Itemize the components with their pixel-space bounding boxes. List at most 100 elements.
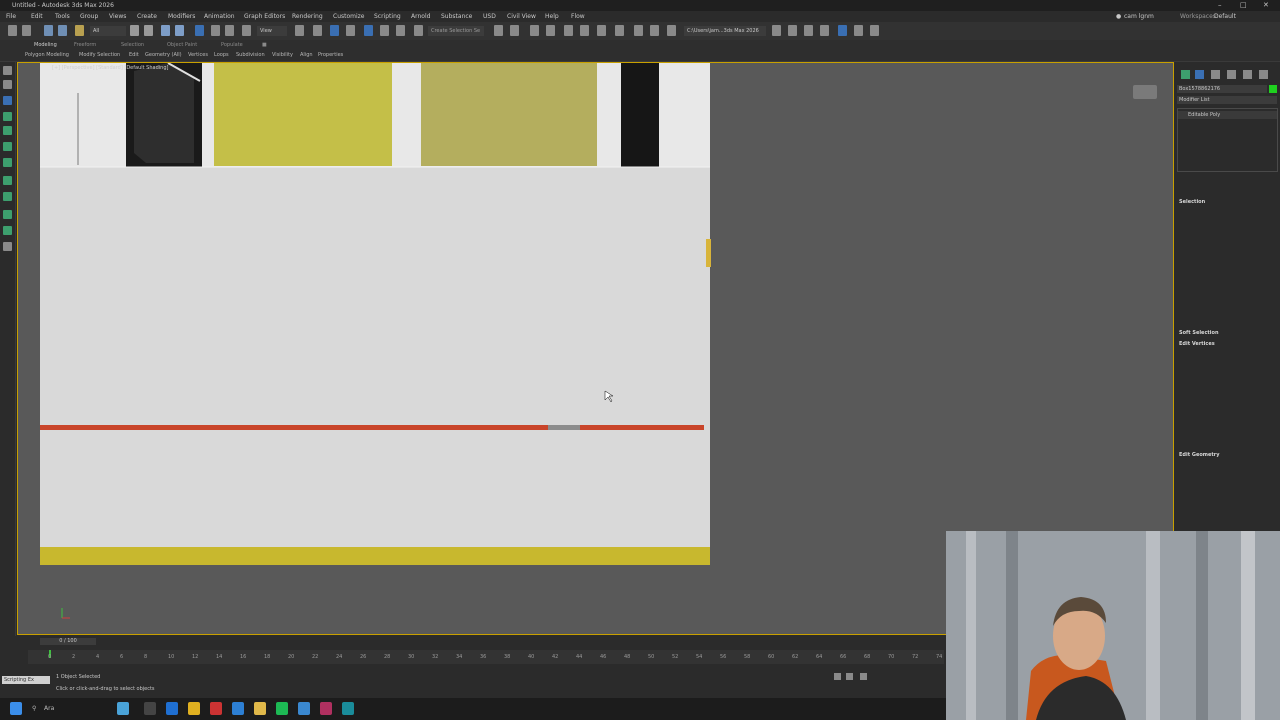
ribbon-edit[interactable]: Edit — [129, 52, 139, 58]
project-open-icon[interactable] — [788, 25, 797, 36]
viewcube-icon[interactable] — [1133, 85, 1157, 99]
create-tab-icon[interactable] — [1181, 70, 1190, 79]
render-setup-icon[interactable] — [634, 25, 643, 36]
menu-group[interactable]: Group — [80, 11, 98, 22]
snaps-toggle-icon[interactable] — [330, 25, 339, 36]
link-icon[interactable] — [44, 25, 53, 36]
edge-icon[interactable] — [232, 702, 244, 715]
ribbon-geometry-all[interactable]: Geometry (All) — [145, 52, 182, 58]
vertex-mode-icon[interactable] — [3, 96, 12, 105]
display-tab-icon[interactable] — [1243, 70, 1252, 79]
taskbar-search[interactable]: ⚲ Ara — [30, 702, 110, 716]
angle-snap-icon[interactable] — [346, 25, 355, 36]
layers-icon[interactable] — [3, 210, 12, 219]
scene-explorer-icon[interactable] — [530, 25, 539, 36]
menu-civil-view[interactable]: Civil View — [507, 11, 536, 22]
modifier-stack[interactable]: Editable Poly — [1177, 108, 1278, 172]
workspace-dropdown[interactable]: Default — [1214, 11, 1236, 22]
project-create-icon[interactable] — [804, 25, 813, 36]
freeze-icon[interactable] — [3, 192, 12, 201]
viewport-label[interactable]: [+] [Perspective] [Standard] [Default Sh… — [52, 65, 168, 71]
absolute-mode-icon[interactable] — [860, 673, 867, 680]
selection-filter-dropdown[interactable]: All — [90, 26, 126, 36]
modifier-list-dropdown[interactable]: Modifier List — [1177, 96, 1277, 104]
redo-icon[interactable] — [22, 25, 31, 36]
mirror-icon[interactable] — [414, 25, 423, 36]
scene-explorer-toggle-icon[interactable] — [3, 66, 12, 75]
mirror-tool-icon[interactable] — [494, 25, 503, 36]
utilities-tab-icon[interactable] — [1259, 70, 1268, 79]
motion-tab-icon[interactable] — [1227, 70, 1236, 79]
percent-snap-icon[interactable] — [364, 25, 373, 36]
display-icon[interactable] — [3, 226, 12, 235]
project-folder-icon[interactable] — [772, 25, 781, 36]
edge-mode-icon[interactable] — [3, 112, 12, 121]
project-path-dropdown[interactable]: C:\Users\jam...3ds Max 2026 — [684, 26, 766, 36]
schematic-view-icon[interactable] — [597, 25, 606, 36]
pivot-icon[interactable] — [295, 25, 304, 36]
menu-views[interactable]: Views — [109, 11, 126, 22]
file-explorer-icon[interactable] — [254, 702, 266, 715]
polygon-mode-icon[interactable] — [3, 142, 12, 151]
arnold-render-icon[interactable] — [854, 25, 863, 36]
reference-coordinate-dropdown[interactable]: View — [257, 26, 287, 36]
menu-flow[interactable]: Flow — [571, 11, 585, 22]
ribbon-tab-modeling[interactable]: Modeling — [34, 42, 57, 48]
maximize-icon[interactable]: □ — [1240, 0, 1247, 11]
select-tool-icon[interactable] — [3, 80, 12, 89]
object-color-swatch[interactable] — [1269, 85, 1277, 93]
rect-selection-icon[interactable] — [161, 25, 170, 36]
ribbon-subdivision[interactable]: Subdivision — [236, 52, 265, 58]
selection-set-dropdown[interactable]: Create Selection Se — [428, 26, 484, 36]
window-crossing-icon[interactable] — [175, 25, 184, 36]
menu-edit[interactable]: Edit — [31, 11, 43, 22]
select-by-name-icon[interactable] — [144, 25, 153, 36]
help-icon[interactable] — [870, 25, 879, 36]
rollout-soft-selection[interactable]: Soft Selection — [1179, 329, 1276, 338]
undo-icon[interactable] — [8, 25, 17, 36]
rendered-frame-icon[interactable] — [650, 25, 659, 36]
user-account[interactable]: cam lgnm — [1124, 11, 1154, 22]
menu-scripting[interactable]: Scripting — [374, 11, 401, 22]
rollout-edit-geometry[interactable]: Edit Geometry — [1179, 451, 1276, 460]
menu-animation[interactable]: Animation — [204, 11, 235, 22]
layer-explorer-icon[interactable] — [546, 25, 555, 36]
widgets-icon[interactable] — [117, 702, 129, 715]
ribbon-visibility[interactable]: Visibility — [272, 52, 293, 58]
user-icon[interactable]: ● — [1116, 11, 1121, 22]
align-icon[interactable] — [510, 25, 519, 36]
select-object-icon[interactable] — [130, 25, 139, 36]
rotate-icon[interactable] — [211, 25, 220, 36]
telegram-icon[interactable] — [298, 702, 310, 715]
ribbon-tab-selection[interactable]: Selection — [121, 42, 144, 48]
menu-file[interactable]: File — [6, 11, 16, 22]
menu-arnold[interactable]: Arnold — [411, 11, 430, 22]
ribbon-tab-object-paint[interactable]: Object Paint — [167, 42, 197, 48]
scale-icon[interactable] — [225, 25, 234, 36]
chrome-icon[interactable] — [188, 702, 200, 715]
minimize-icon[interactable]: – — [1218, 0, 1222, 11]
menu-graph-editors[interactable]: Graph Editors — [244, 11, 285, 22]
windows-start-icon[interactable] — [10, 702, 22, 715]
menu-help[interactable]: Help — [545, 11, 559, 22]
edge-browser-icon[interactable] — [166, 702, 178, 715]
ribbon-loops[interactable]: Loops — [214, 52, 229, 58]
ribbon-toggle-icon[interactable] — [564, 25, 573, 36]
ribbon-options-icon[interactable]: ■ — [262, 42, 267, 48]
border-mode-icon[interactable] — [3, 126, 12, 135]
keyboard-shortcut-icon[interactable] — [313, 25, 322, 36]
element-mode-icon[interactable] — [3, 158, 12, 167]
ribbon-modify-selection[interactable]: Modify Selection — [79, 52, 120, 58]
rollout-selection[interactable]: Selection — [1179, 198, 1276, 207]
ribbon-tab-populate[interactable]: Populate — [221, 42, 243, 48]
menu-rendering[interactable]: Rendering — [292, 11, 323, 22]
render-production-icon[interactable] — [667, 25, 676, 36]
menu-modifiers[interactable]: Modifiers — [168, 11, 195, 22]
task-view-icon[interactable] — [144, 702, 156, 715]
hierarchy-tab-icon[interactable] — [1211, 70, 1220, 79]
curve-editor-icon[interactable] — [580, 25, 589, 36]
opera-icon[interactable] — [210, 702, 222, 715]
material-editor-icon[interactable] — [615, 25, 624, 36]
menu-usd[interactable]: USD — [483, 11, 496, 22]
unlink-icon[interactable] — [58, 25, 67, 36]
